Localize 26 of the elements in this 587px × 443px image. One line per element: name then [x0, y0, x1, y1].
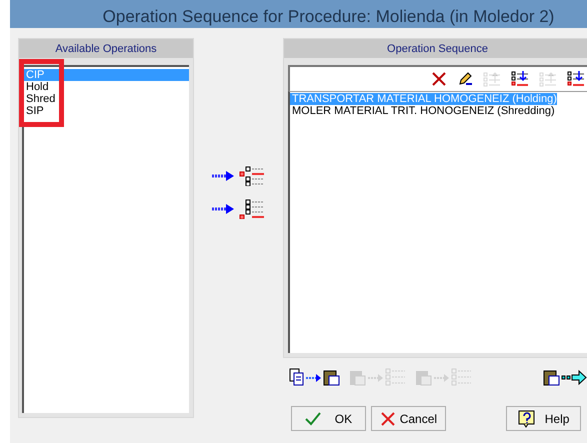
list-item[interactable]: MOLER MATERIAL TRIT. HONOGENEIZ (Shredding)	[290, 105, 555, 117]
delete-icon	[431, 71, 447, 87]
cross-icon	[380, 412, 396, 426]
list-item[interactable]: Hold	[24, 81, 189, 93]
help-icon	[518, 410, 536, 428]
add-to-sequence-icon	[212, 166, 266, 186]
list-item[interactable]: SIP	[24, 105, 189, 117]
move-up-icon	[483, 71, 501, 87]
ok-button[interactable]: OK	[291, 406, 366, 431]
list-item[interactable]: Shred	[24, 93, 189, 105]
export-clipboard-icon	[543, 368, 587, 386]
panel-header: Operation Sequence	[284, 39, 587, 58]
copy-to-clipboard-icon	[289, 368, 341, 386]
panel-header: Available Operations	[19, 39, 193, 58]
help-button[interactable]: Help	[506, 406, 581, 431]
paste-to-list-icon	[415, 368, 473, 386]
move-up-icon	[539, 71, 557, 87]
highlight-box	[19, 59, 64, 127]
paste-to-list-icon	[349, 368, 407, 386]
check-icon	[304, 412, 321, 426]
cancel-button[interactable]: Cancel	[371, 406, 446, 431]
move-down-icon	[567, 71, 585, 87]
window-title: Operation Sequence for Procedure: Molienda (in Moledor 2)	[10, 0, 587, 28]
pencil-icon	[457, 71, 473, 87]
move-down-icon	[511, 71, 529, 87]
add-to-sequence-icon	[212, 199, 266, 219]
